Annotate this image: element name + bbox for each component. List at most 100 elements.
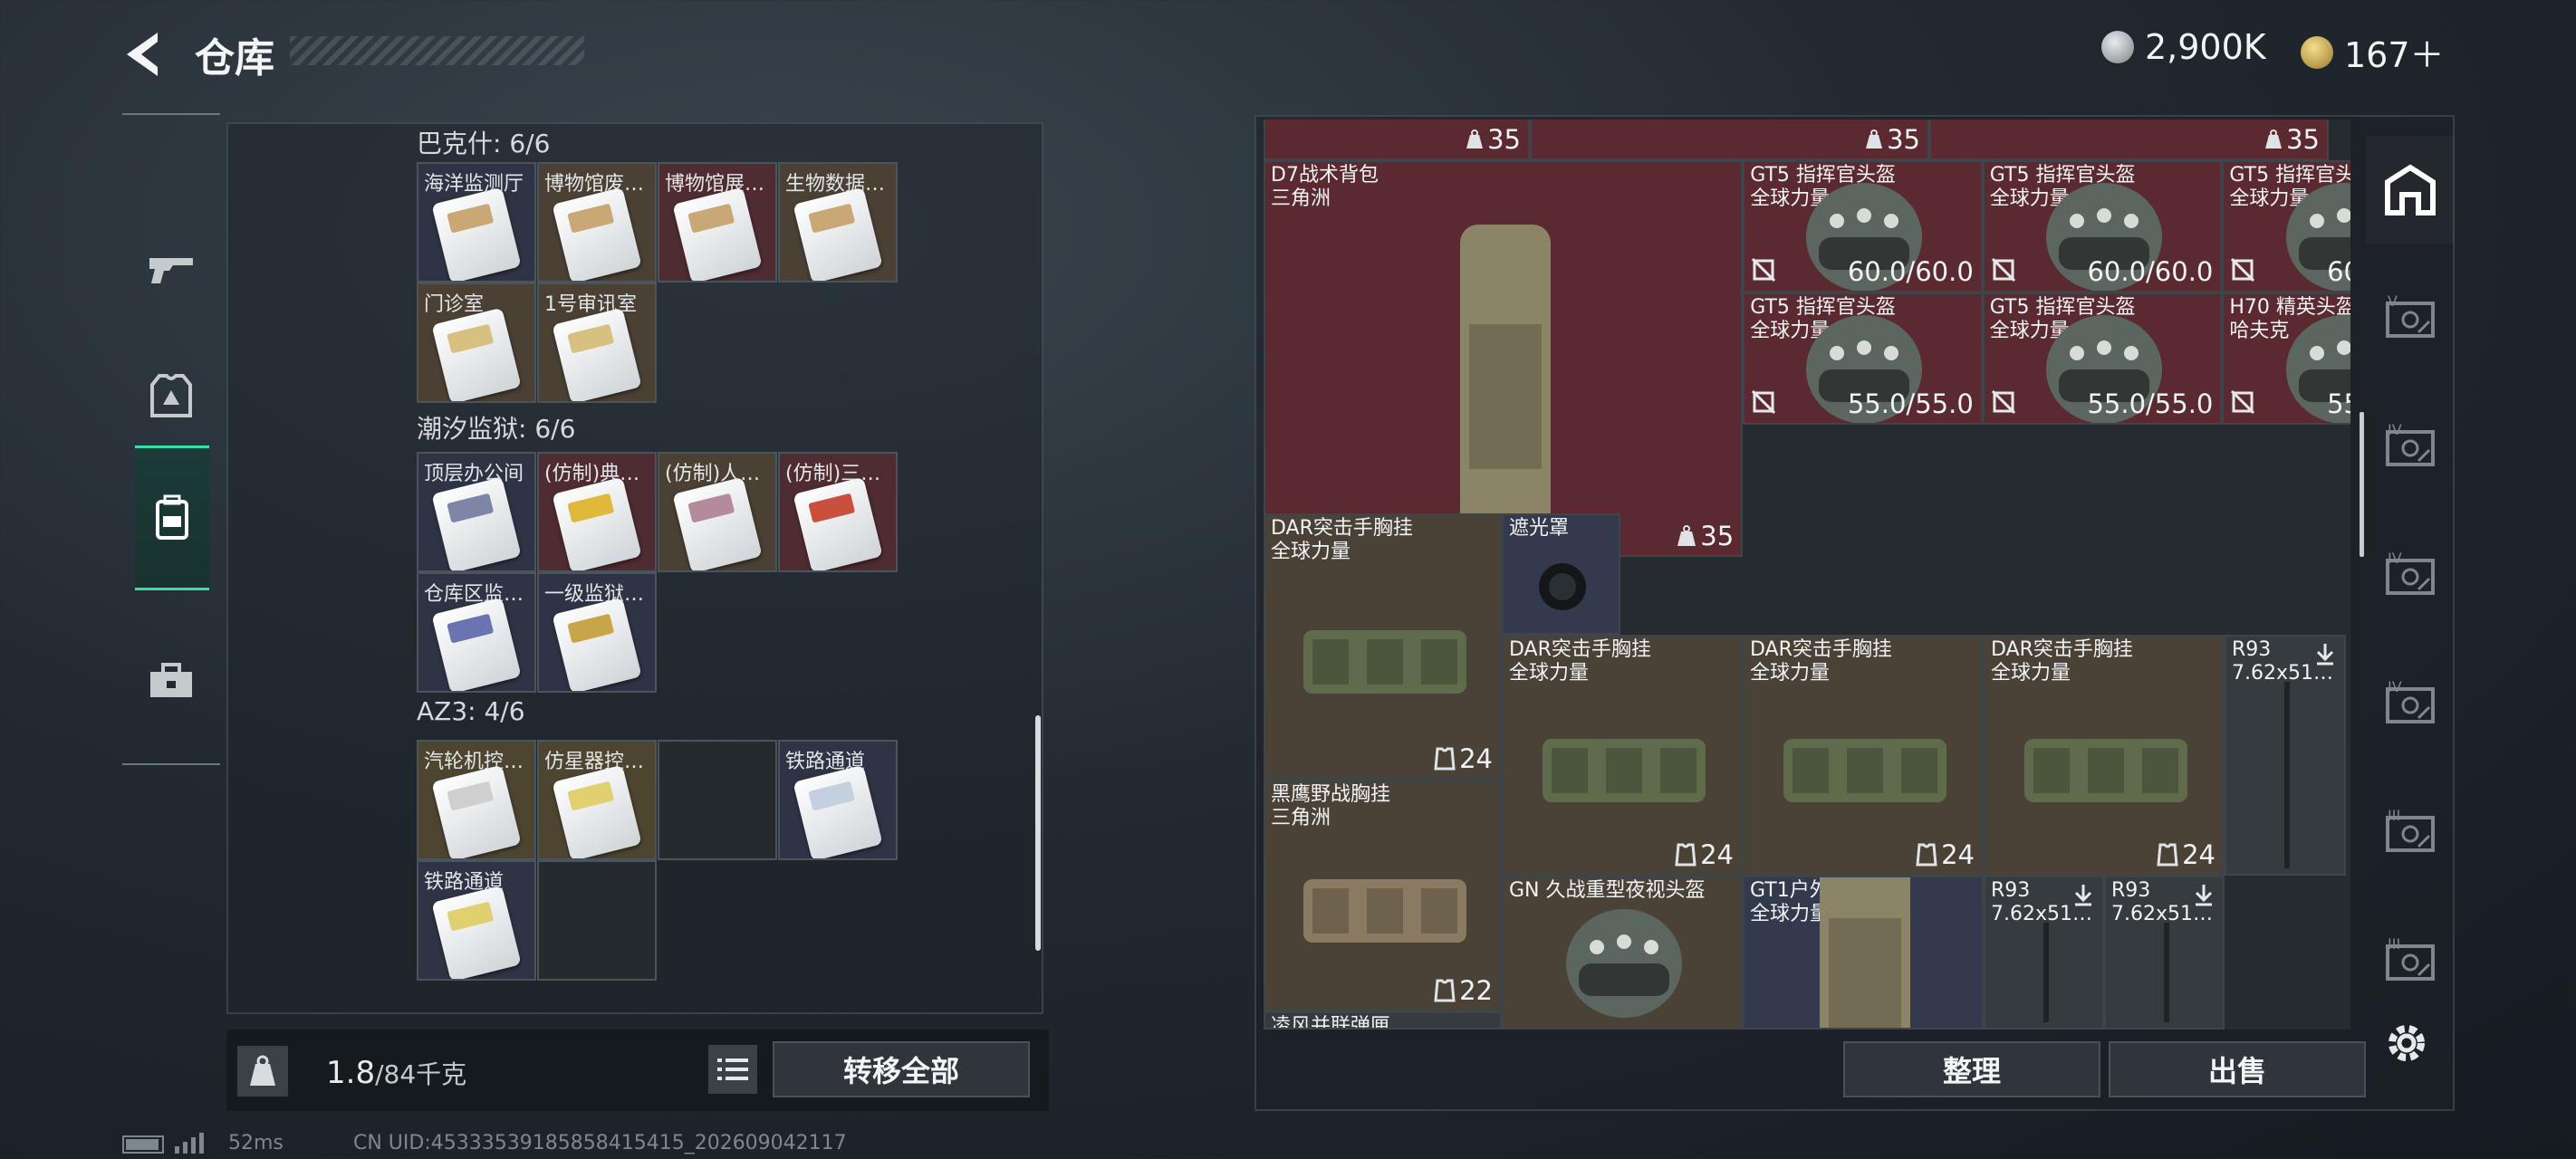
storage-item[interactable]: DAR突击手胸挂 全球力量 24 bbox=[1502, 635, 1743, 876]
container-iv-icon: IV bbox=[2382, 421, 2438, 472]
container-v-icon: V bbox=[2382, 292, 2438, 343]
storage-item[interactable]: R93 7.62x51… bbox=[1984, 876, 2104, 1030]
item-value: 24 bbox=[1434, 743, 1493, 774]
storage-item[interactable]: GT5 指挥官头盔 全球力量 60.0/60.0 bbox=[1982, 160, 2223, 292]
storage-item[interactable]: 遮光罩 bbox=[1502, 513, 1620, 635]
keycard-slot[interactable]: 顶层办公间 bbox=[417, 452, 536, 572]
chest-rig-icon bbox=[2024, 739, 2187, 802]
item-name: 凌风并联弹匣 bbox=[1271, 1015, 1390, 1028]
storage-tab[interactable]: IV bbox=[2366, 393, 2455, 502]
list-view-button[interactable] bbox=[708, 1045, 757, 1094]
storage-item[interactable]: R93 7.62x51… bbox=[2225, 635, 2346, 876]
keycard-slot[interactable]: 1号审讯室 bbox=[537, 283, 657, 403]
back-button[interactable] bbox=[118, 27, 172, 81]
storage-item[interactable]: DAR突击手胸挂 全球力量 24 bbox=[1743, 635, 1984, 876]
section-title: 潮汐监狱: 6/6 bbox=[417, 414, 576, 444]
tab-tier-label: III bbox=[2388, 807, 2401, 824]
no-repair-icon bbox=[1991, 390, 2015, 414]
storage-item[interactable]: 凌风并联弹匣 bbox=[1264, 1011, 1502, 1030]
keycard-slot[interactable]: 汽轮机控… bbox=[417, 740, 536, 860]
storage-item[interactable]: GT5 指挥官头盔 全球力量 60.0/60.0 bbox=[2222, 160, 2350, 292]
vest-icon bbox=[1434, 747, 1456, 771]
keycard-icon bbox=[431, 187, 522, 281]
storage-item[interactable]: 黑鹰野战胸挂 三角洲 22 bbox=[1264, 780, 1502, 1011]
keycard-slot[interactable]: 一级监狱… bbox=[537, 572, 657, 693]
transfer-all-button[interactable]: 转移全部 bbox=[773, 1041, 1030, 1097]
rail-item-armor[interactable] bbox=[131, 346, 211, 445]
keycard-slot[interactable]: 铁路通道 bbox=[417, 860, 536, 981]
gold-coin-icon bbox=[2301, 35, 2333, 69]
no-repair-icon bbox=[1991, 258, 2015, 282]
storage-item[interactable]: DAR突击手胸挂 全球力量 24 bbox=[1264, 513, 1502, 780]
storage-item-partial[interactable]: 35 bbox=[1530, 120, 1929, 160]
gold-currency[interactable]: 167＋ bbox=[2301, 27, 2445, 77]
page-title: 仓库 bbox=[195, 35, 274, 81]
item-name-line1: 遮光罩 bbox=[1509, 517, 1570, 540]
storage-tab[interactable]: III bbox=[2366, 779, 2455, 887]
storage-tab[interactable]: III bbox=[2366, 907, 2455, 1016]
container-iii-icon: III bbox=[2382, 935, 2438, 986]
battery-signal bbox=[122, 1132, 213, 1159]
keycard-icon bbox=[793, 476, 883, 570]
chest-rig-icon bbox=[1302, 630, 1466, 694]
storage-tab[interactable]: V bbox=[2366, 264, 2455, 373]
keycard-icon bbox=[793, 187, 883, 281]
storage-tab[interactable] bbox=[2366, 136, 2455, 244]
storage-item[interactable]: GT5 指挥官头盔 全球力量 60.0/60.0 bbox=[1743, 160, 1983, 292]
sell-button[interactable]: 出售 bbox=[2109, 1041, 2366, 1097]
empty-slot[interactable] bbox=[537, 860, 657, 981]
item-name: DAR突击手胸挂 全球力量 bbox=[1509, 638, 1651, 685]
storage-item[interactable]: H70 精英头盔 哈夫克 55.0/55.0 bbox=[2222, 292, 2350, 425]
no-repair-icon bbox=[1752, 258, 1776, 282]
settings-button[interactable] bbox=[2382, 1019, 2431, 1071]
armor-icon bbox=[150, 374, 192, 417]
keycard-slot[interactable]: 仿星器控… bbox=[537, 740, 657, 860]
item-value-text: 24 bbox=[1459, 743, 1493, 774]
storage-scrollbar[interactable] bbox=[2360, 412, 2364, 557]
keycard-icon bbox=[672, 187, 763, 281]
storage-item[interactable]: R93 7.62x51… bbox=[2104, 876, 2225, 1030]
gold-amount: 167＋ bbox=[2344, 35, 2445, 75]
keycard-slot[interactable]: 仓库区监… bbox=[417, 572, 536, 693]
empty-slot[interactable] bbox=[658, 740, 777, 860]
keycard-icon bbox=[552, 187, 642, 281]
rail-item-weapons[interactable] bbox=[131, 219, 211, 319]
organize-button[interactable]: 整理 bbox=[1843, 1041, 2100, 1097]
storage-item-partial[interactable]: 35 bbox=[1264, 120, 1530, 160]
keycard-slot[interactable]: 海洋监测厅 bbox=[417, 162, 536, 283]
storage-item[interactable]: GT5 指挥官头盔 全球力量 55.0/55.0 bbox=[1743, 292, 1983, 425]
storage-item[interactable]: GN 久战重型夜视头盔 bbox=[1502, 876, 1743, 1030]
item-name-line1: D7战术背包 bbox=[1271, 164, 1379, 187]
item-value-text: 60.0/60.0 bbox=[2327, 256, 2350, 287]
keycard-icon bbox=[431, 307, 522, 401]
item-name: DAR突击手胸挂 全球力量 bbox=[1991, 638, 2133, 685]
rail-item-backpack[interactable] bbox=[135, 445, 209, 590]
storage-item-partial[interactable]: 35 bbox=[1929, 120, 2329, 160]
download-icon bbox=[2316, 644, 2334, 666]
keycard-slot[interactable]: (仿制)典… bbox=[537, 452, 657, 572]
secure-case-panel[interactable]: 巴克什: 6/6 海洋监测厅 博物馆废… 博物馆展… 生物数据… 门诊室 1号审讯室 潮汐监狱… bbox=[226, 122, 1043, 1014]
item-value-text: 24 bbox=[1941, 839, 1975, 870]
keycard-slot[interactable]: 博物馆废… bbox=[537, 162, 657, 283]
weight-kg-icon bbox=[237, 1046, 288, 1097]
keycard-slot[interactable]: 博物馆展… bbox=[658, 162, 777, 283]
storage-item[interactable]: GT1户外登山包 全球力量 bbox=[1743, 876, 1984, 1030]
keycard-slot[interactable]: 门诊室 bbox=[417, 283, 536, 403]
storage-tab[interactable]: IV bbox=[2366, 522, 2455, 630]
tab-tier-label: IV bbox=[2388, 678, 2402, 695]
item-name-line2: 三角洲 bbox=[1271, 807, 1331, 829]
rail-item-tools[interactable] bbox=[131, 631, 211, 731]
keycard-slot[interactable]: 生物数据… bbox=[778, 162, 898, 283]
storage-item[interactable]: DAR突击手胸挂 全球力量 24 bbox=[1984, 635, 2225, 876]
keycard-icon bbox=[793, 764, 883, 858]
storage-tab[interactable]: IV bbox=[2366, 650, 2455, 759]
storage-item[interactable]: GT5 指挥官头盔 全球力量 55.0/55.0 bbox=[1982, 292, 2223, 425]
lens-hood-icon bbox=[1539, 563, 1586, 610]
left-scrollbar[interactable] bbox=[1035, 715, 1041, 951]
storage-item[interactable]: D7战术背包 三角洲 35 bbox=[1264, 160, 1744, 557]
keycard-slot[interactable]: 铁路通道 bbox=[778, 740, 898, 860]
storage-grid[interactable]: 35 35 35 D7战术背包 三角洲 35 GT5 指挥官头盔 全球力量 60… bbox=[1264, 120, 2350, 1030]
keycard-slot[interactable]: (仿制)三… bbox=[778, 452, 898, 572]
keycard-slot[interactable]: (仿制)人… bbox=[658, 452, 777, 572]
category-rail bbox=[122, 113, 220, 765]
